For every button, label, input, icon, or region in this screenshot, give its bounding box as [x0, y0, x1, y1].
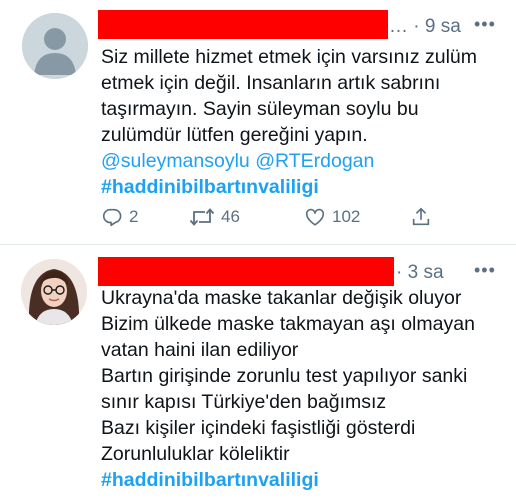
profile-photo [21, 259, 87, 325]
hashtag-link[interactable]: #haddinibilbartınvaliligi [101, 467, 511, 493]
text-line: vatan haini ilan ediliyor [101, 339, 299, 361]
mention-link[interactable]: @RTErdogan [255, 150, 374, 172]
text-line: etmek için değil. Insanların artık sabrı… [101, 72, 441, 94]
like-count: 102 [332, 207, 361, 226]
text-line: Bazı kişiler içindeki faşistliği gösterd… [101, 417, 416, 439]
mentions-line: @suleymansoylu @RTErdogan [101, 148, 511, 174]
reply-count: 2 [129, 207, 139, 226]
reply-icon [102, 208, 122, 227]
tweet-text: Ukrayna'da maske takanlar değişik oluyor… [101, 285, 511, 493]
mention-link[interactable]: @suleymansoylu [101, 150, 250, 172]
share-icon [412, 207, 430, 226]
text-line: Siz millete hizmet etmek için varsınız z… [101, 46, 478, 68]
retweet-count: 46 [221, 207, 240, 226]
avatar[interactable] [21, 259, 87, 325]
text-line: zulümdür lütfen gereğini yapın. [101, 124, 368, 146]
like-button[interactable]: 102 [304, 206, 360, 228]
text-line: Bizim ülkede maske takmayan aşı olmayan [101, 313, 475, 335]
like-icon [305, 208, 325, 226]
tweet-actions: 2 46 102 [101, 206, 431, 236]
retweet-icon [189, 208, 215, 226]
hashtag-link[interactable]: #haddinibilbartınvaliligi [101, 174, 511, 200]
redacted-username [98, 10, 388, 39]
more-icon[interactable]: ••• [474, 14, 496, 35]
avatar[interactable] [22, 13, 88, 79]
tweet-timestamp[interactable]: … · 9 sa [389, 16, 461, 38]
redacted-username [98, 257, 394, 286]
text-line: sınır kapısı Türkiye'den bağımsız [101, 391, 387, 413]
text-line: Ukrayna'da maske takanlar değişik oluyor [101, 287, 462, 309]
tweet-timestamp[interactable]: · 3 sa [396, 262, 444, 284]
tweet[interactable]: … · 9 sa ••• Siz millete hizmet etmek iç… [0, 0, 516, 244]
tweet[interactable]: · 3 sa ••• Ukrayna'da maske takanlar değ… [0, 245, 516, 499]
time-text: 3 sa [407, 262, 444, 283]
reply-button[interactable]: 2 [101, 206, 138, 228]
share-button[interactable] [410, 206, 432, 228]
default-avatar-icon [22, 13, 88, 79]
more-icon[interactable]: ••• [474, 260, 496, 281]
time-text: 9 sa [424, 16, 461, 37]
retweet-button[interactable]: 46 [189, 206, 240, 228]
tweet-text: Siz millete hizmet etmek için varsınız z… [101, 44, 511, 200]
text-line: Bartın girişinde zorunlu test yapılıyor … [101, 365, 468, 387]
text-line: Zorunluluklar köleliktir [101, 443, 290, 465]
text-line: taşırmayın. Sayin süleyman soylu bu [101, 98, 419, 120]
